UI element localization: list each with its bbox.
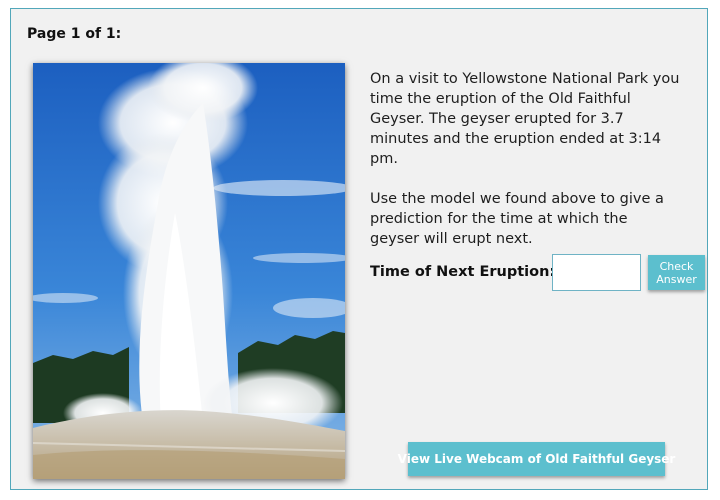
answer-input[interactable] — [552, 254, 641, 291]
answer-label: Time of Next Eruption: — [370, 264, 556, 280]
problem-paragraph-2: Use the model we found above to give a p… — [370, 191, 664, 247]
problem-text: On a visit to Yellowstone National Park … — [370, 69, 680, 269]
page-label: Page 1 of 1: — [27, 26, 122, 42]
check-answer-button[interactable]: Check Answer — [648, 255, 705, 290]
problem-paragraph-1: On a visit to Yellowstone National Park … — [370, 71, 680, 167]
content-panel: Page 1 of 1: On a visit to Yellowstone N… — [10, 8, 708, 490]
old-faithful-photo — [33, 63, 345, 479]
answer-row: Time of Next Eruption: Check Answer — [370, 254, 710, 294]
view-webcam-button[interactable]: View Live Webcam of Old Faithful Geyser — [398, 442, 675, 476]
